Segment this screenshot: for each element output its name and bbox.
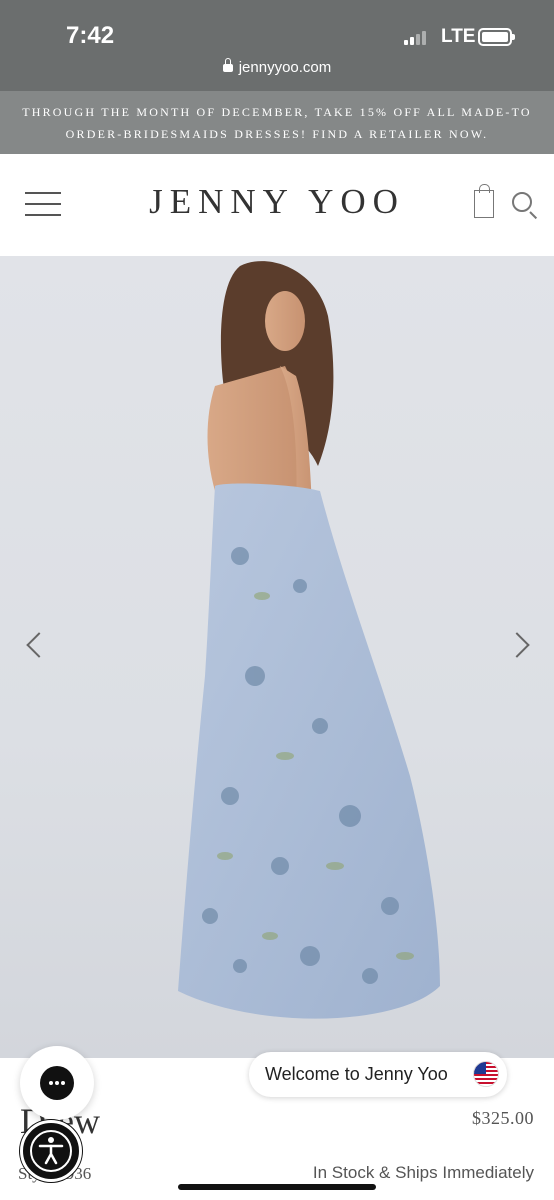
lock-icon xyxy=(222,58,233,72)
site-header: JENNY YOO xyxy=(0,154,554,256)
accessibility-button[interactable] xyxy=(20,1120,82,1182)
promo-banner[interactable]: Through the month of December, take 15% … xyxy=(0,91,554,154)
status-bar: 7:42 LTE jennyyoo.com xyxy=(0,0,554,91)
address-bar[interactable]: jennyyoo.com xyxy=(0,58,554,76)
welcome-chat-bubble[interactable]: Welcome to Jenny Yoo xyxy=(249,1052,507,1097)
home-indicator xyxy=(178,1184,376,1190)
chat-button[interactable] xyxy=(20,1046,94,1120)
us-flag-icon xyxy=(473,1061,499,1087)
promo-text: Through the month of December, take 15% … xyxy=(22,104,532,141)
product-photo xyxy=(178,261,440,1019)
status-time: 7:42 xyxy=(66,22,115,49)
accessibility-icon xyxy=(30,1130,72,1172)
battery-icon xyxy=(478,28,515,46)
stock-status: In Stock & Ships Immediately xyxy=(312,1163,534,1182)
search-icon[interactable] xyxy=(512,192,538,220)
product-price: $325.00 xyxy=(472,1108,534,1128)
signal-icon xyxy=(404,29,426,45)
welcome-text: Welcome to Jenny Yoo xyxy=(265,1064,448,1084)
product-image-carousel[interactable] xyxy=(0,256,554,1058)
url-text: jennyyoo.com xyxy=(238,59,332,76)
network-label: LTE xyxy=(441,26,476,47)
brand-logo[interactable]: JENNY YOO xyxy=(0,182,554,222)
shopping-bag-icon[interactable] xyxy=(474,184,494,218)
chat-icon xyxy=(40,1066,74,1100)
menu-icon[interactable] xyxy=(25,192,61,216)
